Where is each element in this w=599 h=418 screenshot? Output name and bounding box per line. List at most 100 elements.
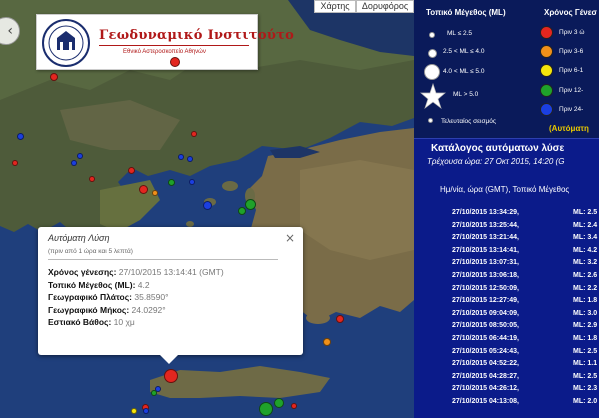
quake-list-item[interactable]: 27/10/2015 06:44:19, ML: 1.8 [452,335,597,342]
quake-list-item[interactable]: 27/10/2015 12:27:49, ML: 1.8 [452,297,597,305]
legend-auto-label: (Αυτόματη [549,124,589,133]
quake-list-item[interactable]: 27/10/2015 09:04:09, ML: 3.0 [452,309,597,317]
logo-divider [99,45,249,46]
legend-time-label: Πριν 24- [559,106,584,113]
popup-subtitle: (πριν από 1 ώρα και 5 λεπτά) [48,248,133,255]
institute-logo: Γεωδυναμικό Ινστιτούτο Εθνικό Αστεροσκοπ… [36,14,294,70]
earthquake-marker[interactable] [191,131,197,137]
earthquake-marker[interactable] [336,315,344,323]
popup-tail [160,355,178,364]
quake-magnitude: ML: 2.9 [573,322,598,330]
legend-time-title: Χρόνος Γένεσ [544,8,598,17]
earthquake-marker[interactable] [12,160,18,166]
current-time: Τρέχουσα ώρα: 27 Οκτ 2015, 14:20 (G [427,157,565,166]
popup-row-value: 4.2 [137,279,150,290]
popup-divider [48,259,278,260]
earthquake-marker[interactable] [259,402,273,416]
earthquake-marker[interactable] [164,369,178,383]
quake-list-item[interactable]: 27/10/2015 13:25:44, ML: 2.4 [452,222,597,229]
close-icon[interactable]: × [285,231,295,245]
quake-list-item[interactable]: 27/10/2015 13:21:44, ML: 3.4 [452,234,597,241]
quake-magnitude: ML: 1.1 [573,360,598,368]
popup-row-label: Χρόνος γένεσης: [48,267,117,277]
earthquake-marker[interactable] [71,160,77,166]
quake-magnitude: ML: 2.3 [573,385,598,393]
quake-datetime: 27/10/2015 12:27:49, [452,297,519,305]
quake-list-item[interactable]: 27/10/2015 04:28:27, ML: 2.5 [452,373,597,380]
earthquake-marker[interactable] [187,156,193,162]
quake-magnitude: ML: 2.5 [573,209,598,216]
earthquake-marker[interactable] [178,154,184,160]
popup-row-value: 35.8590° [134,292,169,302]
info-popup: × Αυτόματη Λύση (πριν από 1 ώρα και 5 λε… [38,227,303,364]
earthquake-marker[interactable] [323,338,331,346]
quake-datetime: 27/10/2015 08:50:05, [452,322,519,330]
satellite-button[interactable]: Δορυφόρος [356,0,414,13]
quake-list-item[interactable]: 27/10/2015 08:50:05, ML: 2.9 [452,322,597,330]
earthquake-marker[interactable] [291,403,297,409]
quake-datetime: 27/10/2015 13:06:18, [452,272,519,279]
earthquake-marker[interactable] [189,179,195,185]
quake-datetime: 27/10/2015 05:24:43, [452,347,519,355]
map-view[interactable]: Χάρτης Δορυφόρος ‹ Γεωδυναμικό Ινστιτούτ… [0,0,414,418]
earthquake-marker[interactable] [127,166,135,174]
quake-list-item[interactable]: 27/10/2015 04:52:22, ML: 1.1 [452,360,597,367]
legend-magnitude-title: Τοπικό Μέγεθος (ML) [426,8,506,17]
legend-magnitude-label: ML ≤ 2.5 [447,30,473,37]
earthquake-marker[interactable] [244,198,256,210]
earthquake-marker[interactable] [274,398,284,408]
roadmap-button[interactable]: Χάρτης [314,0,356,13]
quake-list-item[interactable]: 27/10/2015 13:14:41, ML: 4.2 [452,247,597,254]
earthquake-marker[interactable] [50,73,58,81]
earthquake-marker[interactable] [152,190,158,196]
quake-datetime: 27/10/2015 04:13:08, [452,398,519,405]
quake-list-item[interactable]: 27/10/2015 05:24:43, ML: 2.5 [452,347,597,355]
quake-magnitude: ML: 3.2 [573,259,598,267]
magnitude-dot-medium-icon [428,49,437,58]
quake-datetime: 27/10/2015 06:44:19, [452,335,519,342]
earthquake-marker[interactable] [89,176,95,182]
earthquake-marker[interactable] [77,153,83,159]
popup-row-label: Γεωγραφικό Πλάτος: [48,292,132,302]
popup-row-label: Εστιακό Βάθος: [48,317,112,327]
quake-list-item[interactable]: 27/10/2015 04:13:08, ML: 2.0 [452,398,597,405]
earthquake-marker[interactable] [143,408,149,414]
popup-row-depth: Εστιακό Βάθος: 10 χμ [48,316,293,329]
quake-magnitude: ML: 3.0 [573,309,598,317]
time-dot-blue-icon [540,103,553,116]
quake-list-item[interactable]: 27/10/2015 12:50:09, ML: 2.2 [452,284,597,292]
legend-time-label: Πριν 6-1 [559,67,584,74]
legend-latest-label: Τελευταίος σεισμός [441,118,496,125]
earthquake-marker[interactable] [238,207,246,215]
quake-list-item[interactable]: 27/10/2015 04:26:12, ML: 2.3 [452,385,597,393]
earthquake-marker[interactable] [202,200,212,210]
quake-datetime: 27/10/2015 04:26:12, [452,385,519,393]
earthquake-marker[interactable] [167,178,175,186]
popup-row-value: 10 χμ [113,317,135,327]
quake-list-item[interactable]: 27/10/2015 13:07:31, ML: 3.2 [452,259,597,267]
quake-list-item[interactable]: 27/10/2015 13:34:29, ML: 2.5 [452,209,597,216]
institute-seal-icon [42,19,90,67]
earthquake-marker[interactable] [131,408,137,414]
quake-magnitude: ML: 2.5 [573,347,598,355]
catalog-title: Κατάλογος αυτόματων λύσε [431,143,565,154]
popup-row-label: Γεωγραφικό Μήκος: [48,304,130,315]
legend-magnitude-label: 2.5 < ML ≤ 4.0 [443,48,485,55]
time-dot-green-icon [540,84,553,97]
earthquake-marker[interactable] [170,57,180,67]
quake-datetime: 27/10/2015 09:04:09, [452,309,519,317]
quake-magnitude: ML: 1.8 [573,297,598,305]
quake-datetime: 27/10/2015 13:07:31, [452,259,519,267]
quake-datetime: 27/10/2015 12:50:09, [452,284,519,292]
earthquake-marker[interactable] [16,132,24,140]
quake-list-item[interactable]: 27/10/2015 13:06:18, ML: 2.6 [452,272,597,279]
popup-row-origin-time: Χρόνος γένεσης: 27/10/2015 13:14:41 (GMT… [48,266,293,279]
sidebar: Τοπικό Μέγεθος (ML) Χρόνος Γένεσ ML ≤ 2.… [414,0,599,418]
time-dot-yellow-icon [540,64,553,77]
popup-row-longitude: Γεωγραφικό Μήκος: 24.0292° [48,304,293,317]
popup-row-value: 24.0292° [131,304,166,315]
legend-magnitude-label: ML > 5.0 [453,91,479,98]
earthquake-marker[interactable] [138,184,148,194]
quake-magnitude: ML: 3.4 [573,234,598,242]
earthquake-marker[interactable] [151,390,157,396]
